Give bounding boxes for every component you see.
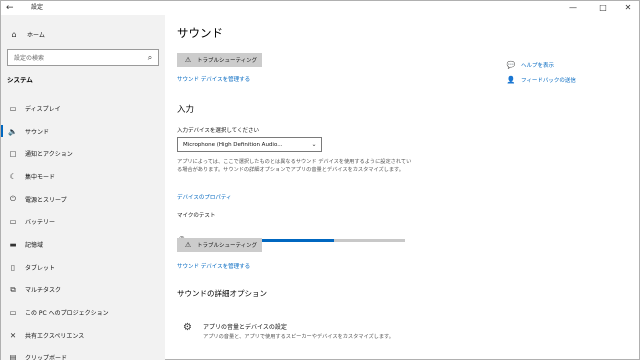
related-link-label: ヘルプを表示 bbox=[521, 62, 555, 69]
manage-sound-devices-link-2[interactable]: サウンド デバイスを管理する bbox=[177, 262, 250, 270]
sidebar-item-label: クリップボード bbox=[25, 355, 68, 360]
sidebar-item-label: 通知とアクション bbox=[25, 151, 73, 159]
sidebar-item-multitask[interactable]: ⧉ マルチタスク bbox=[1, 279, 165, 302]
mic-test-label: マイクのテスト bbox=[177, 213, 216, 219]
sidebar-item-speaker[interactable]: 🔈 サウンド bbox=[1, 120, 165, 143]
app-volume-title: アプリの音量とデバイスの設定 bbox=[203, 324, 287, 331]
input-device-select[interactable]: Microphone (High Definition Audio... ⌄ bbox=[177, 137, 322, 152]
warning-icon: ⚠ bbox=[184, 56, 192, 64]
sidebar-item-label: この PC へのプロジェクション bbox=[25, 310, 109, 318]
sidebar-item-projection[interactable]: ▭ この PC へのプロジェクション bbox=[1, 301, 165, 324]
tablet-icon: ▯ bbox=[10, 262, 16, 272]
title-bar: ← 設定 — □ ✕ bbox=[1, 1, 639, 15]
feedback-link[interactable]: 👤 フィードバックの送信 bbox=[505, 72, 576, 87]
related-links: 💬 ヘルプを表示 👤 フィードバックの送信 bbox=[505, 57, 576, 87]
power-icon: ⏻ bbox=[10, 194, 16, 204]
home-icon: ⌂ bbox=[11, 29, 17, 39]
input-heading: 入力 bbox=[177, 105, 195, 115]
app-volume-subtitle: アプリの音量と、アプリで使用するスピーカーやデバイスをカスタマイズします。 bbox=[203, 334, 394, 340]
moon-icon: ☾ bbox=[9, 171, 17, 181]
home-label: ホーム bbox=[27, 31, 45, 39]
projection-icon: ▭ bbox=[9, 308, 17, 318]
troubleshoot-label: トラブルシューティング bbox=[197, 58, 258, 64]
app-volume-device-settings[interactable]: ⚙ アプリの音量とデバイスの設定 アプリの音量と、アプリで使用するスピーカーやデ… bbox=[183, 322, 394, 340]
window-title: 設定 bbox=[31, 4, 44, 11]
device-properties-link[interactable]: デバイスのプロパティ bbox=[177, 193, 232, 201]
troubleshoot-button-2[interactable]: ⚠ トラブルシューティング bbox=[177, 238, 262, 252]
close-button[interactable]: ✕ bbox=[617, 1, 639, 15]
sidebar-item-label: 電源とスリープ bbox=[25, 196, 67, 204]
warning-icon: ⚠ bbox=[184, 241, 192, 249]
storage-icon: ▬ bbox=[9, 239, 17, 249]
sidebar-item-label: 記憶域 bbox=[25, 241, 44, 249]
notification-icon: ▢ bbox=[9, 149, 17, 159]
manage-sound-devices-link[interactable]: サウンド デバイスを管理する bbox=[177, 75, 250, 83]
settings-window: ← 設定 — □ ✕ ⌂ ホーム 設定の検索 ⌕ システム ▭ ディスプレイ 🔈 サウ… bbox=[0, 0, 640, 360]
search-placeholder: 設定の検索 bbox=[14, 55, 45, 62]
help-link[interactable]: 💬 ヘルプを表示 bbox=[505, 57, 576, 72]
sidebar-item-battery[interactable]: ▭ バッテリー bbox=[1, 210, 165, 233]
multitask-icon: ⧉ bbox=[10, 284, 16, 294]
battery-icon: ▭ bbox=[9, 217, 17, 227]
main-content: サウンド ⚠ トラブルシューティング サウンド デバイスを管理する 入力 入力デ… bbox=[165, 15, 639, 360]
sidebar-item-notification[interactable]: ▢ 通知とアクション bbox=[1, 142, 165, 165]
shared-experiences-icon: ✕ bbox=[9, 330, 17, 340]
feedback-icon: 👤 bbox=[506, 75, 516, 84]
help-icon: 💬 bbox=[506, 60, 516, 69]
sidebar-item-power[interactable]: ⏻ 電源とスリープ bbox=[1, 188, 165, 211]
sidebar-item-display[interactable]: ▭ ディスプレイ bbox=[1, 97, 165, 120]
back-arrow-icon[interactable]: ← bbox=[6, 1, 14, 15]
sidebar-item-moon[interactable]: ☾ 集中モード bbox=[1, 165, 165, 188]
sidebar-item-shared-experiences[interactable]: ✕ 共有エクスペリエンス bbox=[1, 324, 165, 347]
input-device-label: 入力デバイスを選択してください bbox=[177, 128, 260, 134]
sidebar-item-label: ディスプレイ bbox=[25, 105, 61, 113]
sidebar: ⌂ ホーム 設定の検索 ⌕ システム ▭ ディスプレイ 🔈 サウンド ▢ 通知とアクション… bbox=[1, 15, 165, 360]
sidebar-item-label: 共有エクスペリエンス bbox=[25, 332, 85, 340]
sidebar-item-label: マルチタスク bbox=[25, 287, 62, 295]
search-input[interactable]: 設定の検索 ⌕ bbox=[7, 49, 159, 66]
sidebar-item-label: 集中モード bbox=[25, 173, 56, 181]
chevron-down-icon: ⌄ bbox=[311, 141, 317, 148]
sidebar-item-label: サウンド bbox=[25, 128, 50, 136]
page-title: サウンド bbox=[177, 26, 223, 40]
related-link-label: フィードバックの送信 bbox=[521, 77, 576, 84]
speaker-icon: 🔈 bbox=[8, 126, 18, 136]
input-description: アプリによっては、ここで選択したものとは異なるサウンド デバイスを使用するように… bbox=[177, 159, 412, 173]
display-icon: ▭ bbox=[9, 103, 17, 113]
minimize-button[interactable]: — bbox=[562, 1, 584, 15]
sidebar-item-clipboard[interactable]: ▤ クリップボード bbox=[1, 347, 165, 360]
search-icon[interactable]: ⌕ bbox=[142, 53, 158, 63]
input-device-value: Microphone (High Definition Audio... bbox=[183, 141, 283, 148]
troubleshoot-label-2: トラブルシューティング bbox=[197, 243, 258, 249]
sliders-icon: ⚙ bbox=[183, 322, 192, 333]
sidebar-item-label: バッテリー bbox=[25, 219, 56, 227]
sidebar-item-tablet[interactable]: ▯ タブレット bbox=[1, 256, 165, 279]
maximize-button[interactable]: □ bbox=[592, 1, 614, 15]
sidebar-item-label: タブレット bbox=[25, 264, 56, 272]
home-nav-item[interactable]: ⌂ ホーム bbox=[7, 27, 45, 41]
sidebar-nav: ▭ ディスプレイ 🔈 サウンド ▢ 通知とアクション ☾ 集中モード ⏻ 電源とスリープ ▭ バッテリ… bbox=[1, 97, 165, 360]
troubleshoot-button[interactable]: ⚠ トラブルシューティング bbox=[177, 53, 262, 67]
advanced-options-heading: サウンドの詳細オプション bbox=[177, 289, 267, 298]
clipboard-icon: ▤ bbox=[9, 353, 17, 360]
sidebar-item-storage[interactable]: ▬ 記憶域 bbox=[1, 233, 165, 256]
sidebar-section-title: システム bbox=[7, 76, 33, 84]
